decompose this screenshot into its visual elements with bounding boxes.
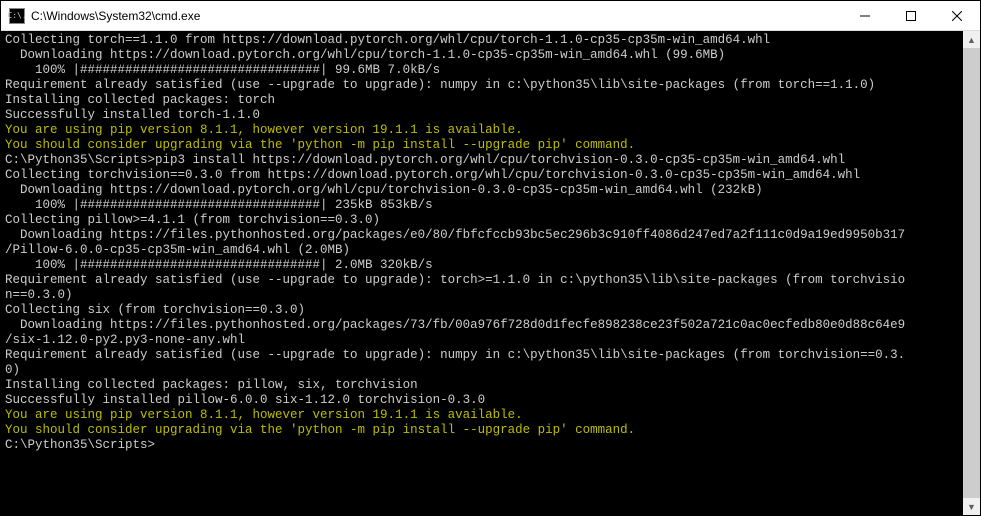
terminal-line: Collecting torchvision==0.3.0 from https… <box>5 168 959 183</box>
terminal-line: Installing collected packages: pillow, s… <box>5 378 959 393</box>
terminal-line: Requirement already satisfied (use --upg… <box>5 78 959 93</box>
terminal-line: 0) <box>5 363 959 378</box>
close-button[interactable] <box>934 1 980 30</box>
terminal-line: /Pillow-6.0.0-cp35-cp35m-win_amd64.whl (… <box>5 243 959 258</box>
maximize-button[interactable] <box>888 1 934 30</box>
minimize-button[interactable] <box>842 1 888 30</box>
terminal-line: 100% |################################| … <box>5 258 959 273</box>
terminal-line: You should consider upgrading via the 'p… <box>5 423 959 438</box>
scrollbar[interactable]: ▲ ▼ <box>963 31 980 515</box>
terminal-line: /six-1.12.0-py2.py3-none-any.whl <box>5 333 959 348</box>
terminal-line: n==0.3.0) <box>5 288 959 303</box>
terminal-line: You should consider upgrading via the 'p… <box>5 138 959 153</box>
terminal-line: Downloading https://download.pytorch.org… <box>5 48 959 63</box>
terminal-line: You are using pip version 8.1.1, however… <box>5 123 959 138</box>
terminal-container: Collecting torch==1.1.0 from https://dow… <box>1 31 980 515</box>
window-title: C:\Windows\System32\cmd.exe <box>31 9 842 23</box>
terminal-line: 100% |################################| … <box>5 63 959 78</box>
window-titlebar[interactable]: C:\. C:\Windows\System32\cmd.exe <box>1 1 980 31</box>
scroll-up-icon[interactable]: ▲ <box>963 31 980 48</box>
window-controls <box>842 1 980 30</box>
terminal-line: Successfully installed pillow-6.0.0 six-… <box>5 393 959 408</box>
terminal-line: C:\Python35\Scripts>pip3 install https:/… <box>5 153 959 168</box>
terminal-line: Installing collected packages: torch <box>5 93 959 108</box>
terminal-line: Collecting torch==1.1.0 from https://dow… <box>5 33 959 48</box>
terminal-line: You are using pip version 8.1.1, however… <box>5 408 959 423</box>
terminal-line: Successfully installed torch-1.1.0 <box>5 108 959 123</box>
terminal-line: Requirement already satisfied (use --upg… <box>5 273 959 288</box>
terminal-line: 100% |################################| … <box>5 198 959 213</box>
terminal-line: Downloading https://download.pytorch.org… <box>5 183 959 198</box>
terminal-output[interactable]: Collecting torch==1.1.0 from https://dow… <box>1 31 963 515</box>
terminal-line: Downloading https://files.pythonhosted.o… <box>5 228 959 243</box>
terminal-line: Collecting six (from torchvision==0.3.0) <box>5 303 959 318</box>
terminal-line: Requirement already satisfied (use --upg… <box>5 348 959 363</box>
scroll-down-icon[interactable]: ▼ <box>963 498 980 515</box>
terminal-line: C:\Python35\Scripts> <box>5 438 959 453</box>
cmd-icon: C:\. <box>9 8 25 24</box>
scroll-thumb[interactable] <box>963 48 980 498</box>
terminal-line: Downloading https://files.pythonhosted.o… <box>5 318 959 333</box>
terminal-line: Collecting pillow>=4.1.1 (from torchvisi… <box>5 213 959 228</box>
